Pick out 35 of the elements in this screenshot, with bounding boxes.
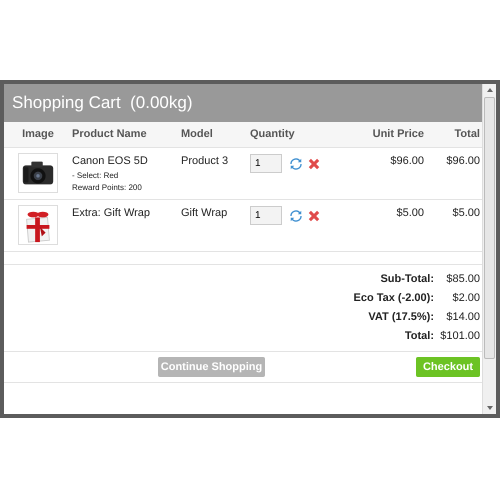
total-value: $101.00 <box>440 329 480 344</box>
unit-price: $5.00 <box>395 206 424 221</box>
total-label: Total: <box>404 329 434 344</box>
total-value: $85.00 <box>445 272 480 288</box>
product-model: Product 3 <box>181 154 230 169</box>
product-option: Reward Points: 200 <box>72 182 181 194</box>
scroll-up-icon[interactable] <box>486 86 494 94</box>
product-name: Extra: Gift Wrap <box>72 206 152 221</box>
refresh-icon[interactable] <box>289 208 303 222</box>
scroll-down-icon[interactable] <box>486 404 494 412</box>
column-header: Unit Price <box>372 127 424 142</box>
scrollbar-thumb[interactable] <box>484 97 495 359</box>
refresh-icon[interactable] <box>289 156 303 170</box>
column-header: Model <box>181 127 214 142</box>
total-value: $14.00 <box>445 310 480 326</box>
unit-price: $96.00 <box>389 154 424 169</box>
quantity-field[interactable]: 1 <box>250 206 282 225</box>
product-name: Canon EOS 5D <box>72 154 149 169</box>
total-label: VAT (17.5%): <box>368 310 434 326</box>
product-option: - Select: Red <box>72 170 181 182</box>
total-value: $2.00 <box>451 291 480 306</box>
remove-icon[interactable] <box>307 208 321 222</box>
line-total: $5.00 <box>451 206 480 221</box>
modal-title: Shopping Cart (0.00kg) <box>12 92 192 114</box>
line-total: $96.00 <box>445 154 480 169</box>
column-header: Image <box>21 127 55 142</box>
quantity-field[interactable]: 1 <box>250 154 282 173</box>
column-header: Total <box>454 127 480 142</box>
column-header: Quantity <box>250 127 296 142</box>
scrollbar[interactable] <box>482 84 496 414</box>
remove-icon[interactable] <box>307 156 321 170</box>
total-label: Sub-Total: <box>380 272 434 288</box>
product-model: Gift Wrap <box>181 206 228 221</box>
total-label: Eco Tax (-2.00): <box>354 291 434 306</box>
column-header: Product Name <box>72 127 148 142</box>
